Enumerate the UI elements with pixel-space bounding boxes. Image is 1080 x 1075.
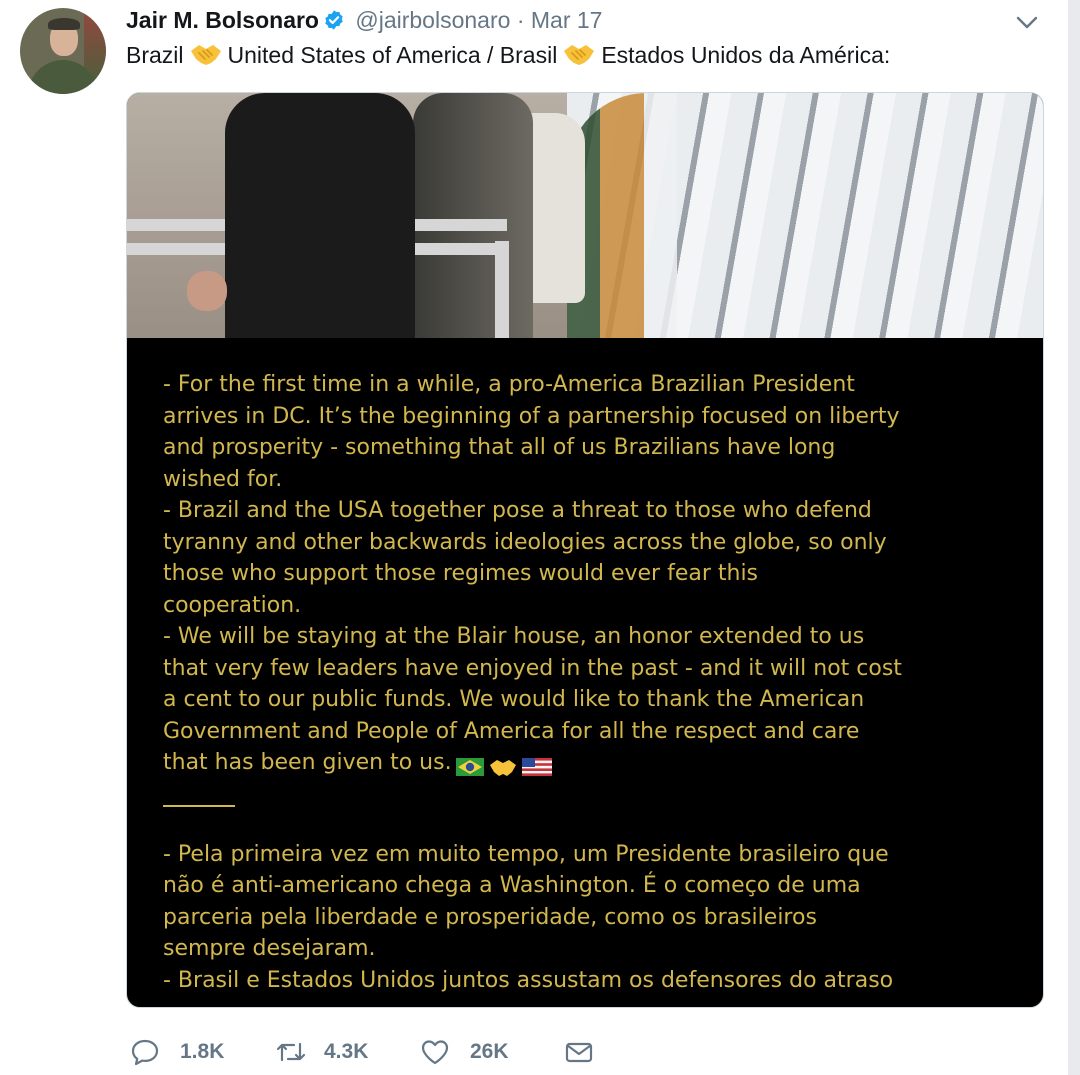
reply-count: 1.8K xyxy=(180,1040,225,1063)
overlay-line: parceria pela liberdade e prosperidade, … xyxy=(163,904,817,930)
overlay-line: and prosperity - something that all of u… xyxy=(163,435,836,460)
tweet-text-part2: United States of America / Brasil xyxy=(227,42,558,68)
author-name[interactable]: Jair M. Bolsonaro xyxy=(126,7,319,33)
overlay-line: a cent to our public funds. We would lik… xyxy=(163,687,865,712)
overlay-line: - Pela primeira vez em muito tempo, um P… xyxy=(163,841,889,867)
tweet-text-part3: Estados Unidos da América: xyxy=(601,42,891,68)
overlay-line: that very few leaders have enjoyed in th… xyxy=(163,655,902,681)
heart-icon xyxy=(421,1040,449,1065)
handshake-emoji-icon xyxy=(189,41,223,67)
retweet-count: 4.3K xyxy=(324,1040,369,1063)
chevron-down-icon[interactable] xyxy=(1014,12,1040,32)
overlay-line: wished for. xyxy=(163,466,283,492)
verified-badge-icon xyxy=(323,9,345,31)
media-overlay-text: - For the first time in a while, a pro-A… xyxy=(163,369,1023,996)
reply-icon xyxy=(131,1039,159,1066)
tweet: Jair M. Bolsonaro @jairbolsonaro · Mar 1… xyxy=(0,0,1080,1075)
like-count: 26K xyxy=(470,1040,509,1063)
overlay-line: tyranny and other backwards ideologies a… xyxy=(163,529,887,555)
flag-handshake-emoji-icon xyxy=(455,750,556,782)
overlay-line: - Brasil e Estados Unidos juntos assusta… xyxy=(163,967,894,993)
overlay-line: Government and People of America for all… xyxy=(163,718,860,744)
overlay-line: - For the first time in a while, a pro-A… xyxy=(163,372,855,397)
envelope-icon xyxy=(565,1042,593,1063)
handshake-emoji-icon xyxy=(562,41,596,67)
header-separator: · xyxy=(516,7,525,33)
tweet-text: Brazil United States of America / Brasil E… xyxy=(126,40,890,70)
overlay-line: - Brazil and the USA together pose a thr… xyxy=(163,498,872,523)
overlay-line-text: that has been given to us. xyxy=(163,750,452,775)
tweet-date[interactable]: Mar 17 xyxy=(531,7,603,33)
overlay-divider xyxy=(163,804,235,807)
tweet-text-part1: Brazil xyxy=(126,42,184,68)
avatar[interactable] xyxy=(20,8,106,94)
scroll-edge xyxy=(1068,0,1080,1075)
overlay-line: arrives in DC. It’s the beginning of a p… xyxy=(163,403,900,429)
overlay-line: sempre desejaram. xyxy=(163,936,376,961)
overlay-line: não é anti-americano chega a Washington.… xyxy=(163,873,861,898)
media-photo xyxy=(127,93,1043,338)
tweet-media-image[interactable]: - For the first time in a while, a pro-A… xyxy=(126,92,1044,1008)
overlay-line: cooperation. xyxy=(163,592,302,618)
overlay-line-last: that has been given to us. xyxy=(163,747,1023,779)
retweet-icon xyxy=(276,1042,306,1062)
overlay-line: those who support those regimes would ev… xyxy=(163,561,759,586)
overlay-line: - We will be staying at the Blair house,… xyxy=(163,624,865,649)
tweet-header: Jair M. Bolsonaro @jairbolsonaro · Mar 1… xyxy=(126,6,602,34)
author-handle[interactable]: @jairbolsonaro xyxy=(355,7,510,33)
